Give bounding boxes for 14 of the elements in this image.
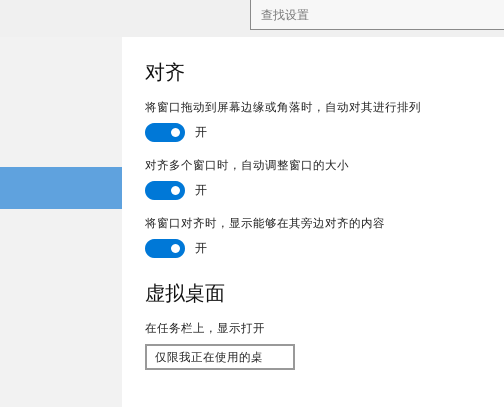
setting-label: 在任务栏上，显示打开: [145, 321, 266, 336]
toggle-state: 开: [195, 182, 207, 199]
section-title: 虚拟桌面: [145, 280, 226, 307]
toggle-switch[interactable]: [145, 123, 185, 142]
setting-label: 对齐多个窗口时，自动调整窗口的大小: [145, 158, 350, 173]
dropdown[interactable]: 仅限我正在使用的桌: [145, 344, 295, 370]
toggle-switch[interactable]: [145, 181, 185, 200]
section-title: 对齐: [145, 59, 186, 86]
toggle-state: 开: [195, 124, 207, 141]
toggle-switch[interactable]: [145, 239, 185, 258]
setting-label: 将窗口对齐时，显示能够在其旁边对齐的内容: [145, 216, 386, 231]
search-field[interactable]: 查找设置: [250, 0, 504, 30]
toggle-state: 开: [195, 240, 207, 257]
setting-label: 将窗口拖动到屏幕边缘或角落时，自动对其进行排列: [145, 100, 422, 115]
